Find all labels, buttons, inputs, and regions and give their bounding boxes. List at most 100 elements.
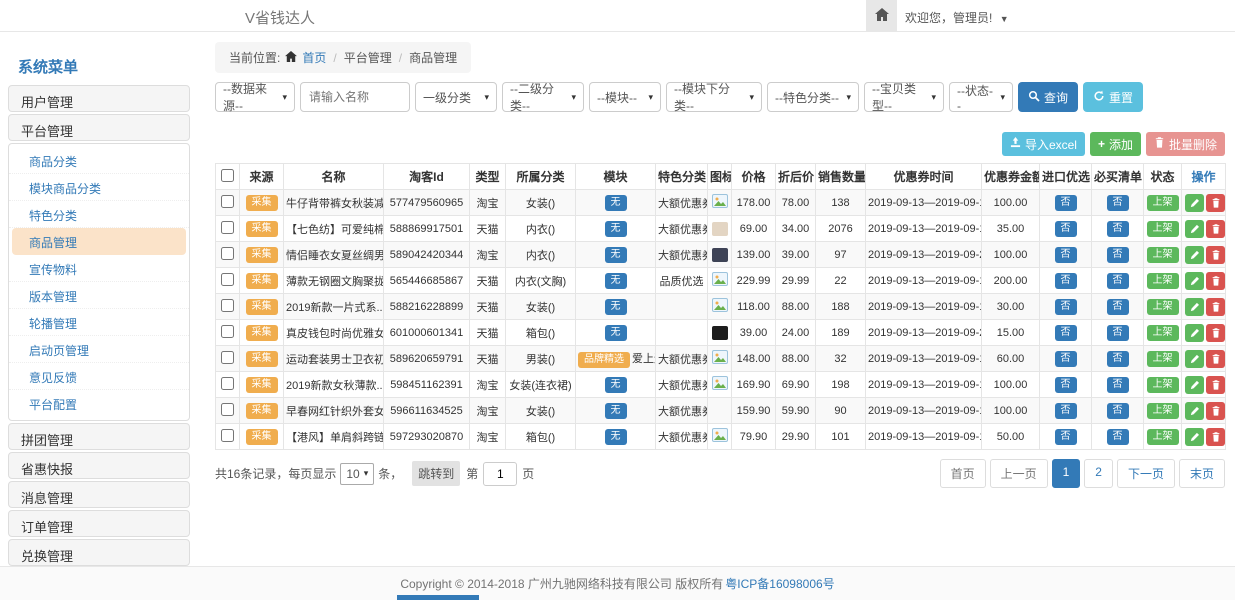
must-buy-toggle[interactable]: 否 <box>1107 221 1129 237</box>
query-button[interactable]: 查询 <box>1018 82 1078 112</box>
sidebar-section-order[interactable]: 订单管理 <box>8 510 190 537</box>
edit-button[interactable] <box>1185 220 1204 238</box>
edit-button[interactable] <box>1185 246 1204 264</box>
import-select-toggle[interactable]: 否 <box>1055 273 1077 289</box>
import-select-toggle[interactable]: 否 <box>1055 403 1077 419</box>
delete-button[interactable] <box>1206 376 1225 394</box>
import-select-toggle[interactable]: 否 <box>1055 299 1077 315</box>
sidebar-item-feedback[interactable]: 意见反馈 <box>9 363 189 390</box>
select-all-checkbox[interactable] <box>221 169 234 182</box>
must-buy-toggle[interactable]: 否 <box>1107 299 1129 315</box>
import-select-toggle[interactable]: 否 <box>1055 221 1077 237</box>
sidebar-item-version-manage[interactable]: 版本管理 <box>9 282 189 309</box>
import-select-toggle[interactable]: 否 <box>1055 195 1077 211</box>
import-select-toggle[interactable]: 否 <box>1055 377 1077 393</box>
must-buy-toggle[interactable]: 否 <box>1107 247 1129 263</box>
row-checkbox[interactable] <box>221 221 234 234</box>
page-button-下一页[interactable]: 下一页 <box>1117 459 1175 488</box>
status-badge[interactable]: 上架 <box>1147 299 1179 315</box>
filter-select-module-subcategory[interactable]: --模块下分类--▾ <box>666 82 762 112</box>
must-buy-toggle[interactable]: 否 <box>1107 351 1129 367</box>
edit-button[interactable] <box>1185 350 1204 368</box>
edit-button[interactable] <box>1185 194 1204 212</box>
page-number-input[interactable] <box>483 462 517 486</box>
sidebar-section-platform[interactable]: 平台管理 <box>8 114 190 141</box>
sidebar-item-platform-config[interactable]: 平台配置 <box>9 390 189 417</box>
jump-button[interactable]: 跳转到 <box>412 461 460 486</box>
page-button-首页[interactable]: 首页 <box>940 459 986 488</box>
edit-button[interactable] <box>1185 376 1204 394</box>
add-button[interactable]: + 添加 <box>1090 132 1141 156</box>
import-select-toggle[interactable]: 否 <box>1055 325 1077 341</box>
sidebar-item-carousel-manage[interactable]: 轮播管理 <box>9 309 189 336</box>
status-badge[interactable]: 上架 <box>1147 247 1179 263</box>
filter-select-item-type[interactable]: --宝贝类型--▾ <box>864 82 944 112</box>
must-buy-toggle[interactable]: 否 <box>1107 403 1129 419</box>
breadcrumb-home-link[interactable]: 首页 <box>302 49 326 66</box>
sidebar-section-express-news[interactable]: 省惠快报 <box>8 452 190 479</box>
module-none-badge[interactable]: 无 <box>605 247 627 263</box>
module-none-badge[interactable]: 无 <box>605 325 627 341</box>
batch-delete-button[interactable]: 批量删除 <box>1146 132 1225 156</box>
delete-button[interactable] <box>1206 298 1225 316</box>
status-badge[interactable]: 上架 <box>1147 377 1179 393</box>
module-none-badge[interactable]: 无 <box>605 403 627 419</box>
status-badge[interactable]: 上架 <box>1147 403 1179 419</box>
per-page-select[interactable]: 10 ▾ <box>340 463 374 485</box>
row-checkbox[interactable] <box>221 195 234 208</box>
page-button-1[interactable]: 1 <box>1052 459 1081 488</box>
import-select-toggle[interactable]: 否 <box>1055 351 1077 367</box>
must-buy-toggle[interactable]: 否 <box>1107 377 1129 393</box>
edit-button[interactable] <box>1185 298 1204 316</box>
must-buy-toggle[interactable]: 否 <box>1107 195 1129 211</box>
filter-select-module[interactable]: --模块--▾ <box>589 82 661 112</box>
status-badge[interactable]: 上架 <box>1147 221 1179 237</box>
row-checkbox[interactable] <box>221 273 234 286</box>
sidebar-item-promo-material[interactable]: 宣传物料 <box>9 255 189 282</box>
row-checkbox[interactable] <box>221 429 234 442</box>
delete-button[interactable] <box>1206 194 1225 212</box>
delete-button[interactable] <box>1206 402 1225 420</box>
module-none-badge[interactable]: 无 <box>605 195 627 211</box>
row-checkbox[interactable] <box>221 351 234 364</box>
sidebar-item-goods-manage[interactable]: 商品管理 <box>12 228 186 255</box>
delete-button[interactable] <box>1206 324 1225 342</box>
page-button-末页[interactable]: 末页 <box>1179 459 1225 488</box>
import-select-toggle[interactable]: 否 <box>1055 247 1077 263</box>
delete-button[interactable] <box>1206 272 1225 290</box>
sidebar-item-module-goods-category[interactable]: 模块商品分类 <box>9 174 189 201</box>
module-none-badge[interactable]: 无 <box>605 299 627 315</box>
filter-select-status[interactable]: --状态--▾ <box>949 82 1013 112</box>
import-select-toggle[interactable]: 否 <box>1055 429 1077 445</box>
edit-button[interactable] <box>1185 272 1204 290</box>
icp-link[interactable]: 粤ICP备16098006号 <box>725 575 834 592</box>
sidebar-section-group-buy[interactable]: 拼团管理 <box>8 423 190 450</box>
filter-select-special-category[interactable]: --特色分类--▾ <box>767 82 859 112</box>
module-none-badge[interactable]: 无 <box>605 273 627 289</box>
page-button-2[interactable]: 2 <box>1084 459 1113 488</box>
module-none-badge[interactable]: 无 <box>605 221 627 237</box>
must-buy-toggle[interactable]: 否 <box>1107 429 1129 445</box>
edit-button[interactable] <box>1185 402 1204 420</box>
row-checkbox[interactable] <box>221 247 234 260</box>
edit-button[interactable] <box>1185 324 1204 342</box>
filter-select-level1-category[interactable]: 一级分类▾ <box>415 82 497 112</box>
row-checkbox[interactable] <box>221 325 234 338</box>
row-checkbox[interactable] <box>221 403 234 416</box>
sidebar-item-goods-category[interactable]: 商品分类 <box>9 147 189 174</box>
module-none-badge[interactable]: 无 <box>605 429 627 445</box>
sidebar-section-message[interactable]: 消息管理 <box>8 481 190 508</box>
sidebar-section-user[interactable]: 用户管理 <box>8 85 190 112</box>
reset-button[interactable]: 重置 <box>1083 82 1143 112</box>
must-buy-toggle[interactable]: 否 <box>1107 273 1129 289</box>
status-badge[interactable]: 上架 <box>1147 351 1179 367</box>
delete-button[interactable] <box>1206 246 1225 264</box>
delete-button[interactable] <box>1206 350 1225 368</box>
sidebar-item-special-category[interactable]: 特色分类 <box>9 201 189 228</box>
sidebar-item-splash-manage[interactable]: 启动页管理 <box>9 336 189 363</box>
import-excel-button[interactable]: 导入excel <box>1002 132 1085 156</box>
status-badge[interactable]: 上架 <box>1147 273 1179 289</box>
status-badge[interactable]: 上架 <box>1147 429 1179 445</box>
home-button[interactable] <box>866 0 897 31</box>
status-badge[interactable]: 上架 <box>1147 325 1179 341</box>
